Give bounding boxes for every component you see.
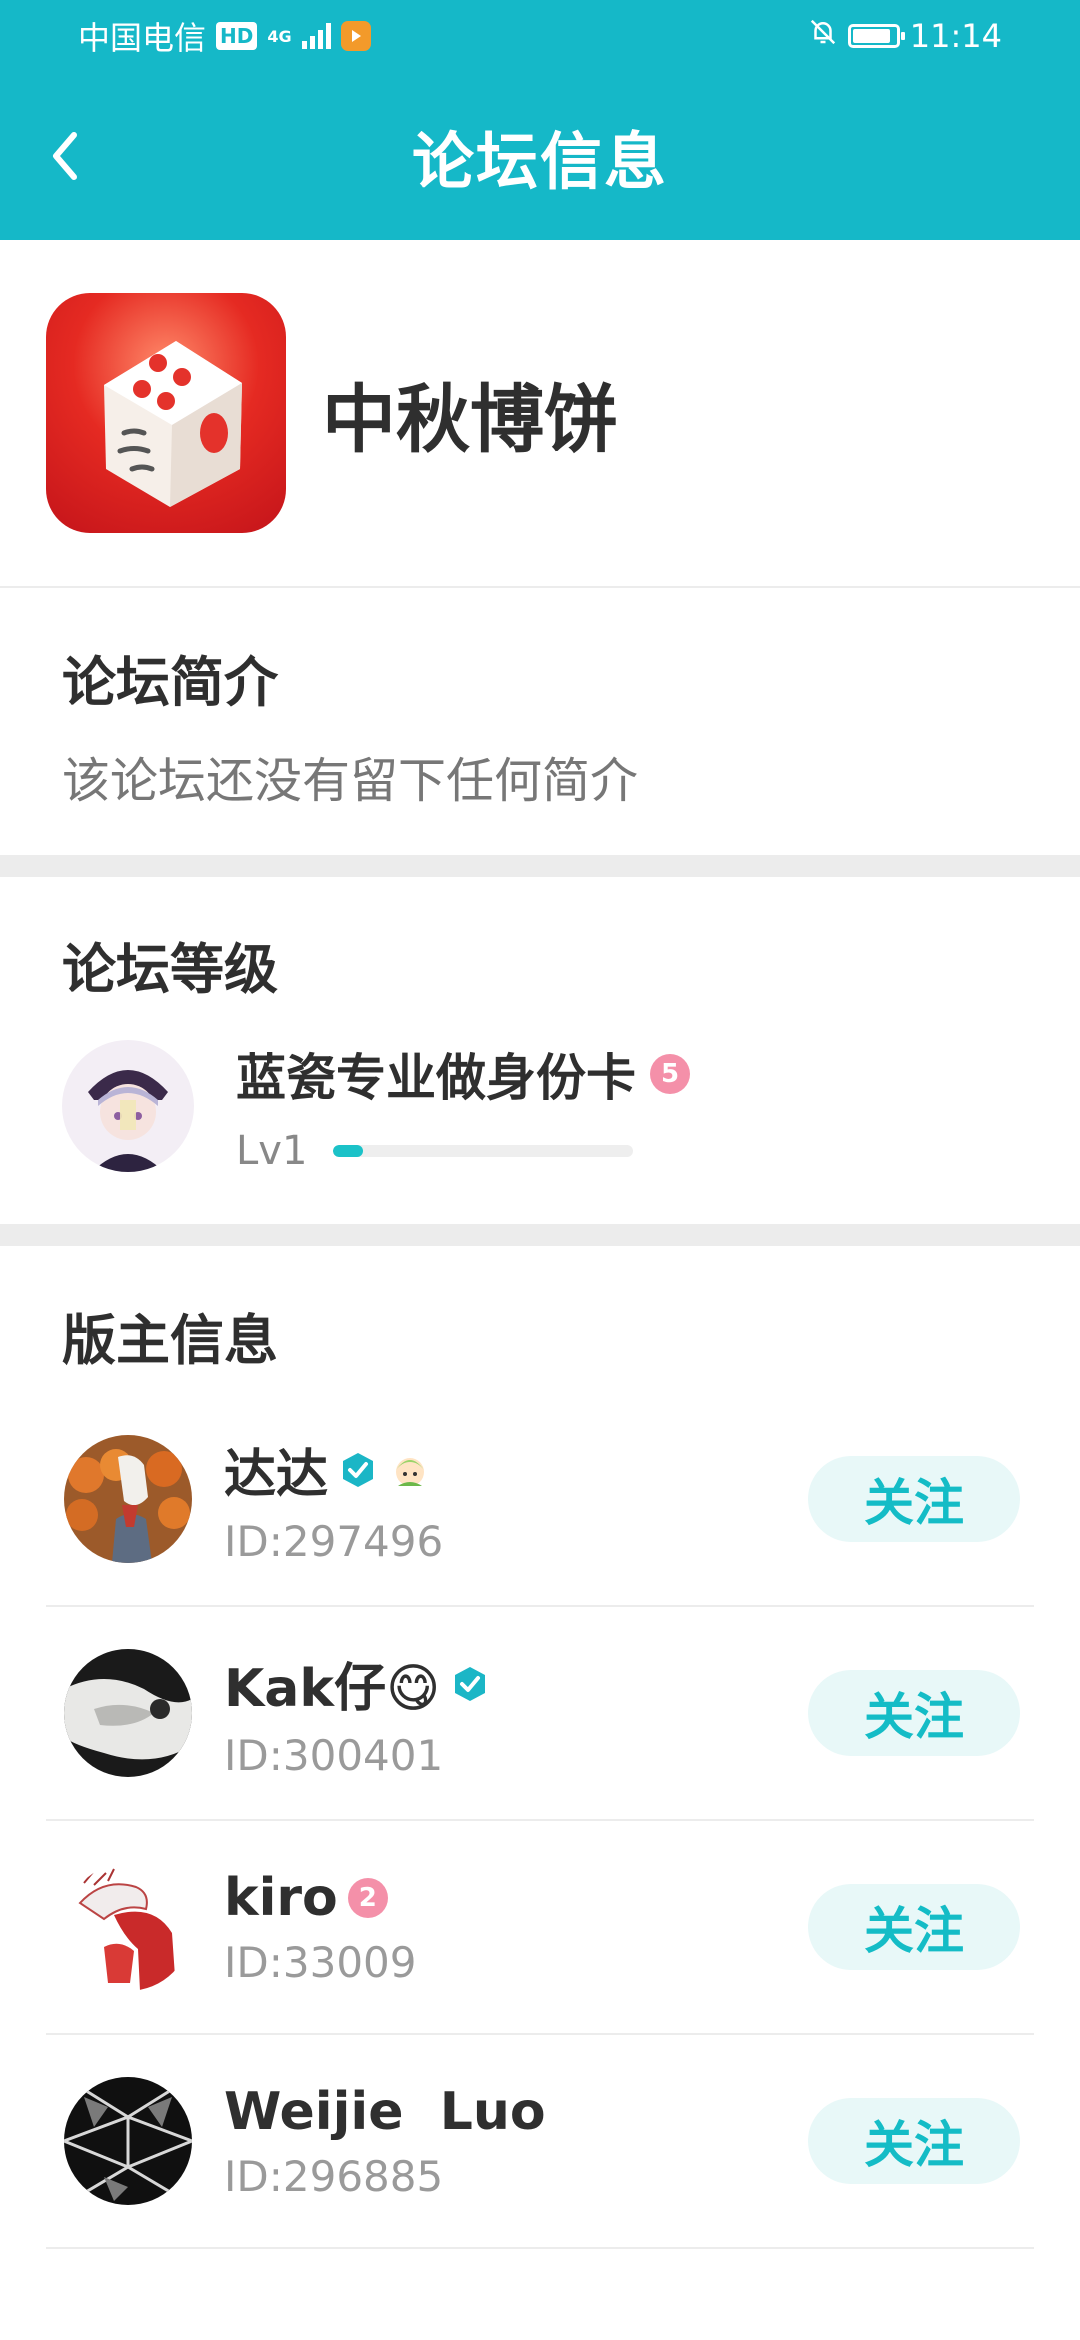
moderator-name: 达达 bbox=[224, 1445, 329, 1505]
carrier-label: 中国电信 bbox=[78, 19, 207, 57]
clock: 11:14 bbox=[909, 17, 1002, 55]
moderators-section: 版主信息 bbox=[0, 1246, 1080, 1393]
moderator-id: ID:300401 bbox=[224, 1731, 444, 1780]
level-user-name-row: 蓝瓷专业做身份卡 5 bbox=[236, 1038, 690, 1110]
intro-text: 该论坛还没有留下任何简介 bbox=[62, 753, 639, 809]
notification-app-icon bbox=[340, 21, 371, 51]
list-item[interactable]: Kak仔😋 ID:300401 关注 bbox=[46, 1607, 1034, 1821]
avatar bbox=[64, 1435, 192, 1563]
level-title: 论坛等级 bbox=[62, 938, 278, 1001]
moderator-name-row: Weijie Luo bbox=[224, 2082, 808, 2142]
follow-button[interactable]: 关注 bbox=[808, 2098, 1020, 2184]
moderator-name-row: kiro 2 bbox=[224, 1868, 808, 1928]
verified-check-icon bbox=[343, 1452, 374, 1487]
bell-muted-icon bbox=[808, 17, 838, 55]
level-user-name: 蓝瓷专业做身份卡 bbox=[236, 1049, 636, 1107]
avatar bbox=[64, 1863, 192, 1991]
moderator-info: Weijie Luo ID:296885 bbox=[224, 2082, 808, 2201]
follow-button[interactable]: 关注 bbox=[808, 1456, 1020, 1542]
moderator-name-row: Kak仔😋 bbox=[224, 1646, 808, 1721]
chevron-left-icon bbox=[53, 132, 77, 180]
forum-header: 中秋博饼 bbox=[0, 240, 1080, 588]
hd-icon: HD bbox=[216, 22, 258, 50]
moderator-list: 达达 ID:297496 关注 Kak仔😋 ID:300401 关注 kiro … bbox=[46, 1393, 1034, 2249]
signal-icon bbox=[301, 23, 331, 49]
moderator-id: ID:297496 bbox=[224, 1517, 444, 1566]
avatar bbox=[62, 1040, 194, 1172]
forum-name: 中秋博饼 bbox=[322, 376, 618, 463]
page-title: 论坛信息 bbox=[411, 125, 668, 198]
moderator-id: ID:296885 bbox=[224, 2151, 444, 2201]
moderator-name: Weijie Luo bbox=[224, 2081, 546, 2142]
moderator-name-row: 达达 bbox=[224, 1432, 808, 1507]
moderator-name: kiro bbox=[224, 1867, 338, 1928]
section-divider bbox=[0, 855, 1080, 877]
nav-bar: 论坛信息 bbox=[0, 72, 1080, 240]
status-bar: 中国电信 HD 4G 11:14 bbox=[0, 0, 1080, 72]
level-badge: 2 bbox=[347, 1877, 388, 1918]
section-divider bbox=[0, 1224, 1080, 1246]
level-progress-row: Lv1 bbox=[236, 1128, 690, 1174]
intro-section: 论坛简介 该论坛还没有留下任何简介 bbox=[0, 588, 1080, 855]
level-info: 蓝瓷专业做身份卡 5 Lv1 bbox=[236, 1038, 690, 1174]
status-right: 11:14 bbox=[808, 17, 1002, 55]
moderator-info: 达达 ID:297496 bbox=[224, 1432, 808, 1566]
dice-icon bbox=[104, 341, 242, 507]
avatar bbox=[64, 1649, 192, 1777]
moderator-info: Kak仔😋 ID:300401 bbox=[224, 1646, 808, 1780]
network-label: 4G bbox=[267, 26, 292, 46]
follow-button[interactable]: 关注 bbox=[808, 1670, 1020, 1756]
moderator-id: ID:33009 bbox=[224, 1937, 417, 1987]
level-section: 论坛等级 蓝瓷专业做身份卡 5 Lv1 bbox=[0, 877, 1080, 1224]
back-button[interactable] bbox=[44, 123, 88, 189]
avatar bbox=[64, 2077, 192, 2205]
intro-title: 论坛简介 bbox=[62, 651, 278, 714]
level-progress-bar bbox=[333, 1145, 634, 1157]
list-item[interactable]: kiro 2 ID:33009 关注 bbox=[46, 1821, 1034, 2035]
verified-check-icon bbox=[455, 1666, 486, 1701]
level-badge: 5 bbox=[650, 1054, 690, 1094]
forum-logo bbox=[46, 293, 286, 533]
follow-button[interactable]: 关注 bbox=[808, 1884, 1020, 1970]
battery-icon bbox=[847, 24, 905, 48]
list-item[interactable]: 达达 ID:297496 关注 bbox=[46, 1393, 1034, 1607]
level-label: Lv1 bbox=[236, 1128, 308, 1174]
moderators-title: 版主信息 bbox=[62, 1309, 278, 1372]
character-badge-icon bbox=[396, 1457, 425, 1486]
level-user[interactable]: 蓝瓷专业做身份卡 5 Lv1 bbox=[62, 1038, 1018, 1174]
moderator-info: kiro 2 ID:33009 bbox=[224, 1868, 808, 1987]
list-item[interactable]: Weijie Luo ID:296885 关注 bbox=[46, 2035, 1034, 2249]
status-left: 中国电信 HD 4G bbox=[78, 13, 371, 59]
moderator-name: Kak仔😋 bbox=[224, 1659, 441, 1719]
